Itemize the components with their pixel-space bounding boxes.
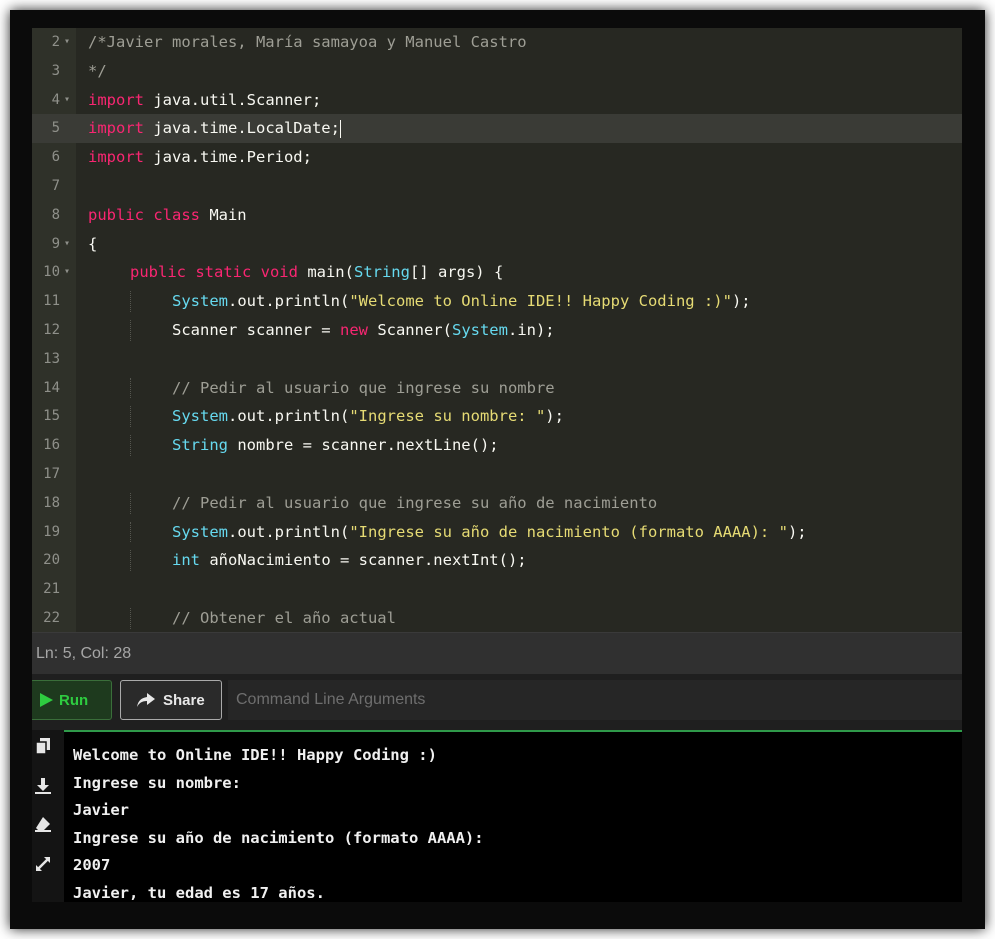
run-button-label: Run [59,691,89,709]
share-arrow-icon [137,693,155,707]
code-editor[interactable]: 2 ▾/*Javier morales, María samayoa y Manu… [32,28,962,632]
code-line[interactable]: 13 [32,345,962,374]
code-text: { [88,234,98,253]
line-number: 19 [43,523,60,540]
line-number: 2 [51,34,60,50]
line-number: 14 [43,379,60,396]
line-number: 10 [43,264,60,281]
code-line[interactable]: 8 public class Main [32,201,962,230]
code-line[interactable]: 16 String nombre = scanner.nextLine(); [32,431,962,460]
code-line[interactable]: 10 ▾ public static void main(String[] args… [32,258,962,287]
indent-guide [130,492,131,514]
command-line-arguments-input[interactable] [228,680,962,720]
editor-status-bar: Ln: 5, Col: 28 [32,632,962,675]
console-line: Welcome to Online IDE!! Happy Coding :) [73,746,437,764]
indent-guide [130,521,131,543]
code-line[interactable]: 12 Scanner scanner = new Scanner(System.i… [32,316,962,345]
code-text: import java.time.LocalDate; [88,119,341,138]
play-icon [40,693,53,707]
line-number: 8 [51,206,60,223]
code-text: /*Javier morales, María samayoa y Manuel… [88,33,527,51]
code-line[interactable]: 15 System.out.println("Ingrese su nombre:… [32,402,962,431]
code-line[interactable]: 22 // Obtener el año actual [32,604,962,632]
code-line[interactable]: 3 */ [32,57,962,86]
line-number: 4 [51,91,60,108]
code-line[interactable]: 21 [32,575,962,604]
line-number: 22 [43,610,60,626]
run-button[interactable]: Run [32,680,112,720]
indent-guide [130,291,131,312]
output-panel: Welcome to Online IDE!! Happy Coding :) I… [32,730,962,902]
code-text: // Pedir al usuario que ingrese su año d… [172,493,658,512]
fold-toggle-icon[interactable]: ▾ [64,86,70,115]
copy-icon[interactable] [34,738,52,756]
code-line[interactable]: 9 ▾ { [32,230,962,259]
console-line: Ingrese su año de nacimiento (formato AA… [73,828,484,847]
code-text: // Obtener el año actual [172,609,396,627]
line-number: 6 [51,149,60,166]
line-number: 17 [43,466,60,482]
code-text: import java.util.Scanner; [88,90,322,109]
line-number: 13 [43,350,60,367]
code-text: System.out.println("Ingrese su nombre: "… [172,407,564,426]
share-button[interactable]: Share [120,680,222,720]
code-text: public static void main(String[] args) { [130,263,504,282]
code-line[interactable]: 17 [32,460,962,489]
indent-guide [130,608,131,629]
text-cursor [339,119,341,138]
line-number: 16 [43,437,60,454]
line-number: 21 [43,581,60,598]
code-text: import java.time.Period; [88,148,312,167]
line-number: 7 [51,178,60,194]
indent-guide [130,550,131,572]
indent-guide [130,435,131,456]
code-line[interactable]: 6 import java.time.Period; [32,143,962,172]
share-button-label: Share [163,691,205,709]
fold-toggle-icon[interactable]: ▾ [64,258,70,287]
line-number: 15 [43,408,60,425]
fold-toggle-icon[interactable]: ▾ [64,28,70,57]
indent-guide [130,320,131,341]
code-text: public class Main [88,205,247,224]
eraser-icon[interactable] [34,816,52,834]
code-text: */ [88,61,107,80]
code-line[interactable]: 14 // Pedir al usuario que ingrese su nom… [32,374,962,403]
line-number: 11 [43,293,60,310]
code-line[interactable]: 4 ▾ import java.util.Scanner; [32,86,962,115]
cursor-position: Ln: 5, Col: 28 [36,645,132,662]
code-text: // Pedir al usuario que ingrese su nombr… [172,378,555,397]
console-output[interactable]: Welcome to Online IDE!! Happy Coding :) I… [64,730,962,902]
console-sidebar [32,730,64,902]
console-line: Ingrese su nombre: [73,773,241,792]
run-toolbar: Run Share [32,674,962,730]
code-text: System.out.println("Ingrese su año de na… [172,522,807,541]
code-text: String nombre = scanner.nextLine(); [172,436,499,455]
code-line[interactable]: 2 ▾ /*Javier morales, María samayoa y Manu… [32,28,962,57]
code-text: Scanner scanner = new Scanner(System.in)… [172,321,555,339]
console-line: Javier [73,801,129,819]
download-icon[interactable] [34,778,52,796]
code-line[interactable]: 18 // Pedir al usuario que ingrese su año… [32,489,962,518]
line-number: 20 [43,552,60,569]
console-line: 2007 [73,856,111,874]
line-number: 9 [51,235,60,252]
line-number: 5 [51,120,60,137]
code-text: System.out.println("Welcome to Online ID… [172,292,751,311]
line-number: 3 [51,62,60,79]
code-line[interactable]: 7 [32,172,962,201]
indent-guide [130,406,131,428]
indent-guide [130,377,131,399]
fold-toggle-icon[interactable]: ▾ [64,230,70,259]
line-number: 18 [43,494,60,511]
line-number: 12 [43,322,60,338]
code-line[interactable]: 5 import java.time.LocalDate; [32,114,962,144]
code-line[interactable]: 20 int añoNacimiento = scanner.nextInt(); [32,546,962,575]
expand-icon[interactable] [34,856,52,874]
code-line[interactable]: 19 System.out.println("Ingrese su año de … [32,518,962,547]
console-line: Javier, tu edad es 17 años. [73,883,325,902]
online-ide: 2 ▾/*Javier morales, María samayoa y Manu… [32,28,962,902]
code-text: int añoNacimiento = scanner.nextInt(); [172,551,527,570]
code-line[interactable]: 11 System.out.println("Welcome to Online … [32,287,962,316]
